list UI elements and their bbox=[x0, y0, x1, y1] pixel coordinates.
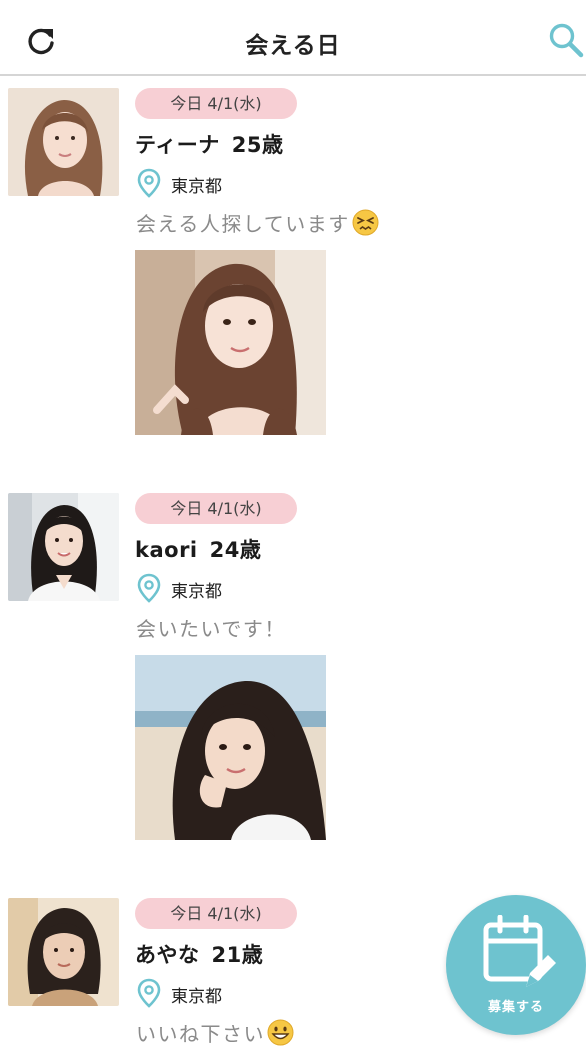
post-message-text: 会える人探しています bbox=[136, 212, 350, 236]
location-text: 東京都 bbox=[171, 582, 222, 602]
avatar[interactable] bbox=[8, 898, 119, 1006]
post-message: いいね下さい bbox=[136, 1018, 294, 1047]
user-age: 24歳 bbox=[209, 538, 262, 562]
calendar-edit-icon bbox=[483, 915, 556, 987]
user-name-text: kaori bbox=[135, 538, 198, 562]
date-badge: 今日 4/1(水) bbox=[135, 898, 297, 929]
page-title: 会える日 bbox=[245, 33, 341, 59]
post-message: 会いたいです！ bbox=[136, 613, 286, 642]
avatar[interactable] bbox=[8, 493, 119, 601]
location-pin-icon bbox=[137, 978, 161, 1008]
post-message-text: いいね下さい bbox=[136, 1022, 265, 1046]
user-name-text: あやな bbox=[135, 943, 200, 967]
date-badge: 今日 4/1(水) bbox=[135, 88, 297, 119]
date-badge: 今日 4/1(水) bbox=[135, 493, 297, 524]
create-post-button[interactable]: 募集する bbox=[446, 895, 586, 1035]
search-icon[interactable] bbox=[548, 22, 584, 58]
user-age: 21歳 bbox=[211, 943, 264, 967]
post-photo[interactable] bbox=[135, 655, 326, 840]
user-name-text: ティーナ bbox=[135, 133, 220, 157]
persevering-face-emoji bbox=[352, 209, 379, 236]
location-pin-icon bbox=[137, 573, 161, 603]
location-pin-icon bbox=[137, 168, 161, 198]
app-header: 会える日 bbox=[0, 0, 586, 76]
user-name[interactable]: kaori 24歳 bbox=[135, 534, 261, 564]
post-photo[interactable] bbox=[135, 250, 326, 435]
avatar[interactable] bbox=[8, 88, 119, 196]
post-message: 会える人探しています bbox=[136, 208, 379, 237]
user-age: 25歳 bbox=[231, 133, 284, 157]
user-name[interactable]: あやな 21歳 bbox=[135, 939, 263, 969]
user-name[interactable]: ティーナ 25歳 bbox=[135, 129, 283, 159]
post-message-text: 会いたいです！ bbox=[136, 617, 286, 641]
location-text: 東京都 bbox=[171, 987, 222, 1007]
location-text: 東京都 bbox=[171, 177, 222, 197]
create-post-label: 募集する bbox=[487, 1000, 544, 1015]
